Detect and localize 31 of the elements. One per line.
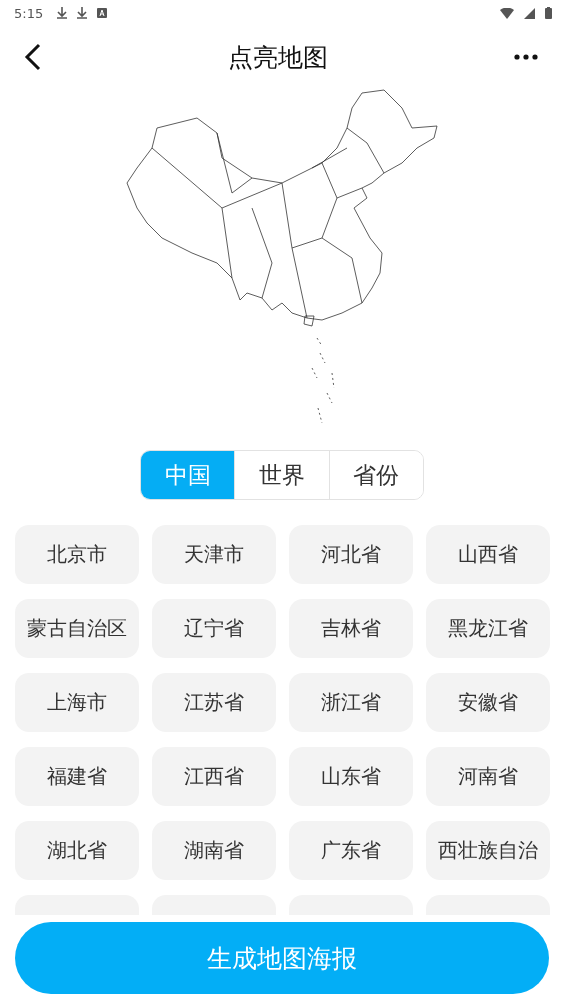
app-notification-icon (97, 8, 108, 18)
back-icon (24, 43, 42, 71)
province-chip[interactable]: 浙江省 (289, 673, 413, 732)
page-title: 点亮地图 (228, 41, 328, 74)
download-icon (57, 7, 68, 19)
province-chip[interactable]: 河北省 (289, 525, 413, 584)
province-chip[interactable]: 湖北省 (15, 821, 139, 880)
province-chip[interactable]: 天津市 (152, 525, 276, 584)
province-chip[interactable]: 北京市 (15, 525, 139, 584)
province-chip[interactable]: 山东省 (289, 747, 413, 806)
battery-icon (545, 7, 552, 19)
signal-icon (524, 7, 535, 19)
province-chip[interactable]: 河南省 (426, 747, 550, 806)
province-chip[interactable]: 蒙古自治区 (15, 599, 139, 658)
province-chip[interactable]: 上海市 (15, 673, 139, 732)
province-chip[interactable]: 西壮族自治 (426, 821, 550, 880)
province-chip[interactable]: 山西省 (426, 525, 550, 584)
province-chip[interactable]: 福建省 (15, 747, 139, 806)
more-icon (514, 54, 538, 60)
province-chip[interactable]: 湖南省 (152, 821, 276, 880)
province-chip[interactable]: 辽宁省 (152, 599, 276, 658)
province-chip[interactable]: 安徽省 (426, 673, 550, 732)
province-chip[interactable]: 江西省 (152, 747, 276, 806)
province-chip[interactable]: 黑龙江省 (426, 599, 550, 658)
province-chip[interactable]: 江苏省 (152, 673, 276, 732)
wifi-icon (500, 7, 514, 19)
province-chip[interactable]: 广东省 (289, 821, 413, 880)
download-icon (77, 7, 88, 19)
status-time: 5:15 (14, 5, 44, 21)
province-chip[interactable]: 吉林省 (289, 599, 413, 658)
map-tab[interactable]: 省份 (328, 451, 423, 499)
